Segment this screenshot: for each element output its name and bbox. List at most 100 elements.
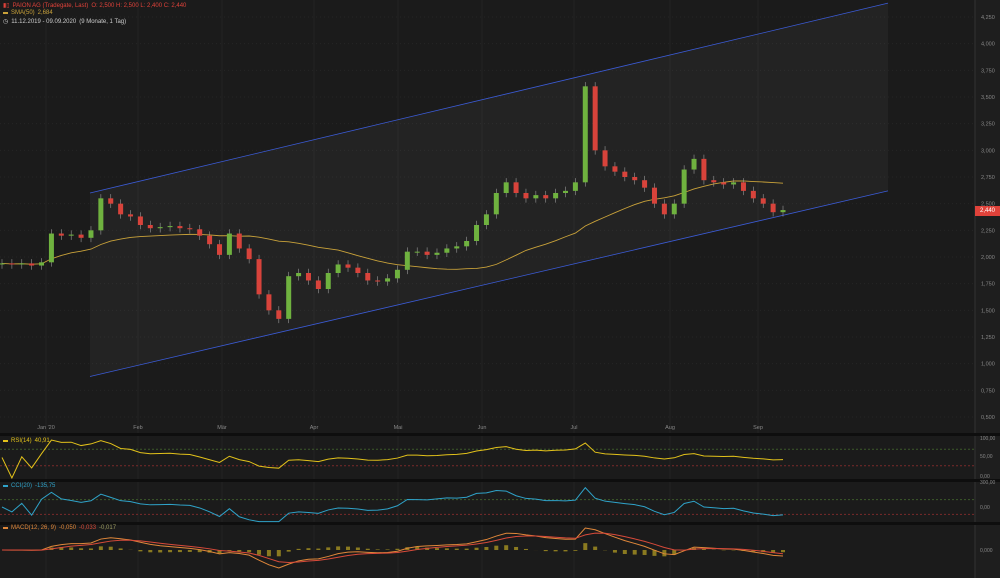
candle (651, 187, 657, 204)
x-tick-label: Jan '20 (37, 425, 55, 431)
candle (394, 269, 400, 279)
candle (207, 235, 213, 245)
macd-histogram-bar (642, 550, 647, 555)
candle (681, 169, 687, 204)
macd-histogram-bar (444, 548, 449, 550)
macd-histogram-bar (158, 550, 163, 553)
macd-histogram-bar (138, 550, 143, 552)
x-tick-label: Jun (478, 425, 487, 431)
candle (226, 233, 232, 255)
candle (0, 263, 5, 265)
macd-histogram-bar (286, 550, 291, 552)
candle (701, 158, 707, 181)
candle (731, 182, 737, 185)
candle (276, 310, 282, 319)
macd-histogram-bar (494, 545, 499, 550)
candle (642, 180, 648, 188)
candle (48, 233, 54, 263)
candle (78, 234, 84, 238)
candle (602, 150, 608, 167)
macd-legend: MACD(12, 26, 9) -0,050 -0,033 -0,017 (3, 525, 116, 531)
rsi-swatch-icon (3, 440, 8, 442)
y-tick-label: 4,000 (981, 42, 995, 48)
price-chart[interactable]: 4,2504,0003,7503,5003,2503,0002,7502,500… (0, 0, 1000, 578)
candle (444, 248, 450, 253)
candle (474, 225, 480, 241)
candle (88, 230, 94, 238)
macd-histogram-bar (237, 550, 242, 552)
panel-separator (0, 522, 1000, 525)
macd-histogram-bar (247, 550, 252, 553)
x-tick-label: Sep (753, 425, 763, 431)
macd-histogram-bar (79, 548, 84, 550)
period-detail: (9 Monate, 1 Tag) (79, 18, 127, 25)
candle (325, 273, 331, 289)
candle (68, 234, 74, 236)
candle (563, 190, 569, 193)
y-tick-label: 2,250 (981, 228, 995, 234)
candle (315, 280, 321, 289)
candle (177, 226, 183, 229)
macd-histogram-bar (504, 545, 509, 550)
candle (305, 273, 311, 281)
macd-histogram-bar (781, 550, 785, 553)
macd-histogram-bar (514, 546, 519, 550)
macd-histogram-bar (69, 547, 74, 550)
macd-histogram-bar (118, 548, 123, 550)
macd-histogram-bar (88, 548, 93, 550)
candle (365, 273, 371, 281)
rsi-value: 40,91 (34, 438, 50, 444)
macd-histogram-bar (108, 546, 113, 550)
candle (335, 264, 341, 273)
candle (493, 193, 499, 215)
candle (553, 193, 559, 199)
candle-icon: ▮▯ (3, 3, 10, 9)
candle (197, 229, 203, 236)
cci-line (1, 486, 784, 523)
y-tick-label: 3,750 (981, 68, 995, 74)
candle (523, 193, 529, 199)
y-tick-label: 3,250 (981, 122, 995, 128)
candle (256, 259, 262, 295)
candle (137, 216, 143, 225)
cci-tick-label: 0,00 (980, 505, 990, 511)
candle (29, 263, 35, 266)
candle (622, 171, 628, 177)
macd-histogram-bar (336, 546, 341, 550)
y-tick-label: 2,750 (981, 175, 995, 181)
candle (454, 246, 460, 249)
candle (572, 182, 578, 191)
channel-fill (90, 3, 888, 377)
cci-legend: CCI(20) -135,75 (3, 483, 55, 489)
candle (424, 251, 430, 255)
candle (414, 251, 420, 253)
cci-tick-label: 300,00 (980, 480, 996, 486)
candle (296, 273, 302, 277)
candle (118, 203, 124, 215)
candle (266, 294, 272, 311)
x-tick-label: Aug (665, 425, 675, 431)
candle (385, 278, 391, 282)
rsi-tick-label: 100,00 (980, 436, 996, 442)
x-tick-label: Apr (310, 425, 319, 431)
candle (9, 263, 15, 265)
candle (750, 190, 756, 199)
y-tick-label: 0,750 (981, 388, 995, 394)
price-axis (975, 0, 1000, 578)
panel-separator (0, 433, 1000, 436)
candle (711, 180, 717, 183)
ohlc-values: O: 2,500 H: 2,500 L: 2,400 C: 2,440 (91, 2, 187, 9)
candle (464, 241, 470, 247)
y-tick-label: 2,000 (981, 255, 995, 261)
candle (671, 203, 677, 215)
clock-icon: ◷ (3, 19, 9, 25)
macd-histogram-bar (385, 549, 390, 550)
macd-histogram-bar (316, 548, 321, 550)
macd-signal-value: -0,033 (79, 525, 97, 531)
macd-histogram-bar (593, 546, 598, 550)
rsi-legend: RSI(14) 40,91 (3, 438, 50, 444)
macd-histogram-bar (168, 550, 173, 553)
macd-histogram-bar (98, 546, 103, 550)
macd-histogram-bar (375, 549, 380, 550)
macd-histogram-bar (484, 546, 489, 550)
